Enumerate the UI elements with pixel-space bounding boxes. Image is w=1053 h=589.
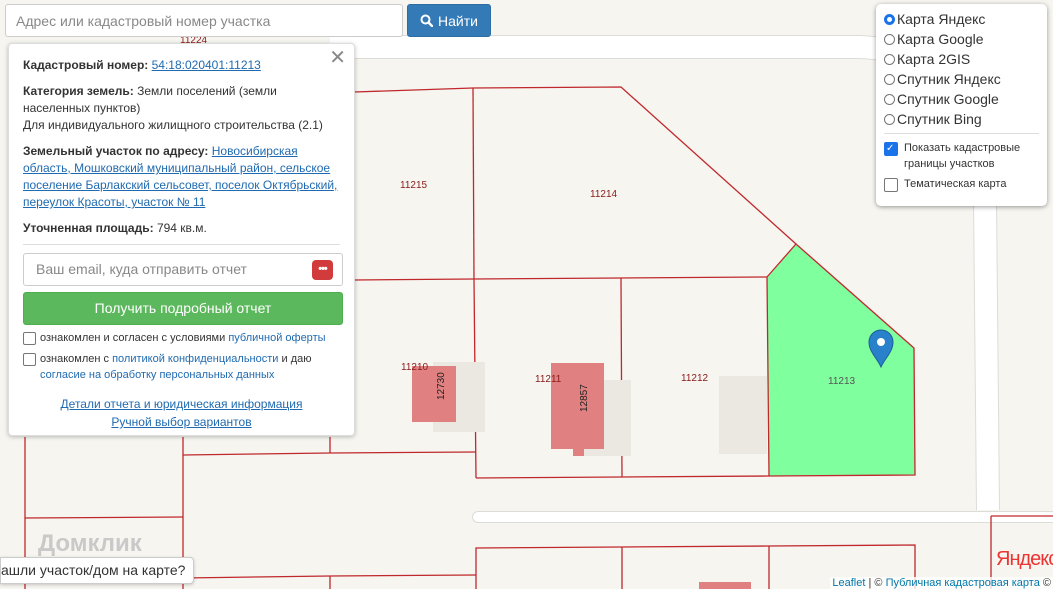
- attribution-copyright: ©: [1042, 577, 1051, 589]
- privacy-consent-text: ознакомлен с: [40, 353, 110, 365]
- layer-option-label: Спутник Google: [897, 91, 999, 107]
- privacy-policy-link[interactable]: политикой конфиденциальности: [112, 353, 278, 365]
- search-icon: [420, 14, 433, 27]
- cadastral-number-link[interactable]: 54:18:020401:11213: [152, 58, 261, 72]
- radio-button[interactable]: [884, 53, 895, 65]
- search-input[interactable]: [5, 4, 403, 37]
- layer-option-label: Карта Google: [897, 31, 984, 47]
- found-parcel-prompt[interactable]: ашли участок/дом на карте?: [0, 557, 195, 584]
- divider: [884, 133, 1039, 134]
- privacy-checkbox[interactable]: [23, 353, 36, 366]
- radio-button[interactable]: [884, 33, 895, 45]
- thematic-map-label: Тематическая карта: [904, 178, 1007, 190]
- parcel-label: 11211: [535, 374, 562, 385]
- yandex-logo: Яндекс: [996, 548, 1053, 570]
- radio-button[interactable]: [884, 73, 895, 85]
- domclick-watermark: Домклик: [38, 530, 142, 557]
- offer-checkbox[interactable]: [23, 332, 36, 345]
- layer-switcher: Карта Яндекс Карта Google Карта 2GIS Спу…: [876, 4, 1047, 206]
- show-boundaries-checkbox[interactable]: [884, 141, 898, 157]
- personal-data-link[interactable]: согласие на обработку персональных данны…: [40, 369, 274, 381]
- area-row: Уточненная площадь: 794 кв.м.: [23, 220, 340, 237]
- layer-option[interactable]: Карта Google: [884, 29, 1039, 49]
- cadastre-link[interactable]: Публичная кадастровая карта: [886, 577, 1040, 589]
- thematic-map-option[interactable]: Тематическая карта: [884, 176, 1039, 192]
- layer-option[interactable]: Карта 2GIS: [884, 49, 1039, 69]
- cadastral-row: Кадастровый номер: 54:18:020401:11213: [23, 57, 340, 74]
- show-boundaries-option[interactable]: Показать кадастровые границы участков: [884, 140, 1039, 172]
- radio-button[interactable]: [884, 113, 895, 125]
- parcel-label: 11214: [590, 189, 618, 200]
- details-link[interactable]: Детали отчета и юридическая информация: [61, 397, 303, 411]
- offer-link[interactable]: публичной оферты: [228, 332, 325, 344]
- offer-consent-text: ознакомлен и согласен с условиями: [40, 332, 226, 344]
- radio-button[interactable]: [884, 93, 895, 105]
- layer-option[interactable]: Спутник Google: [884, 89, 1039, 109]
- password-manager-icon[interactable]: •••: [312, 260, 333, 280]
- layer-option[interactable]: Карта Яндекс: [884, 9, 1039, 29]
- address-row: Земельный участок по адресу: Новосибирск…: [23, 143, 340, 211]
- privacy-consent: ознакомлен с политикой конфиденциальност…: [23, 351, 340, 383]
- offer-consent: ознакомлен и согласен с условиями публич…: [23, 330, 340, 346]
- layer-option-label: Карта 2GIS: [897, 51, 971, 67]
- email-placeholder: Ваш email, куда отправить отчет: [36, 261, 247, 277]
- attribution-separator: |: [868, 577, 872, 589]
- area-value: 794 кв.м.: [156, 221, 207, 235]
- search-button[interactable]: Найти: [407, 4, 491, 37]
- area-label: Уточненная площадь:: [23, 221, 154, 235]
- divider: [23, 244, 340, 245]
- panel-links: Детали отчета и юридическая информация Р…: [23, 395, 340, 431]
- usage-value: Для индивидуального жилищного строительс…: [23, 118, 323, 132]
- parcel-label: 11215: [400, 180, 428, 191]
- layer-option-label: Спутник Bing: [897, 111, 982, 127]
- building-label: 12857: [579, 384, 590, 412]
- get-report-button[interactable]: Получить подробный отчет: [23, 292, 343, 325]
- search-button-label: Найти: [438, 12, 478, 29]
- cadastral-label: Кадастровый номер:: [23, 58, 149, 72]
- manual-selection-link[interactable]: Ручной выбор вариантов: [111, 415, 251, 429]
- category-label: Категория земель:: [23, 84, 134, 98]
- radio-button[interactable]: [884, 13, 895, 25]
- close-icon[interactable]: ✕: [329, 48, 346, 68]
- layer-option[interactable]: Спутник Bing: [884, 109, 1039, 129]
- search-bar: Найти: [5, 4, 491, 37]
- parcel-info-panel: ✕ Кадастровый номер: 54:18:020401:11213 …: [8, 43, 355, 436]
- address-label: Земельный участок по адресу:: [23, 144, 209, 158]
- show-boundaries-label: Показать кадастровые границы участков: [904, 142, 1021, 170]
- layer-option[interactable]: Спутник Яндекс: [884, 69, 1039, 89]
- parcel-label: 11213: [828, 376, 856, 387]
- category-row: Категория земель: Земли поселений (земли…: [23, 83, 340, 134]
- privacy-consent-mid: и даю: [281, 353, 312, 365]
- attribution-copyright: ©: [874, 577, 883, 589]
- email-field[interactable]: Ваш email, куда отправить отчет •••: [23, 253, 343, 286]
- parcel-label: 11210: [401, 362, 429, 373]
- layer-option-label: Карта Яндекс: [897, 11, 986, 27]
- leaflet-link[interactable]: Leaflet: [832, 577, 865, 589]
- layer-option-label: Спутник Яндекс: [897, 71, 1001, 87]
- parcel-label: 11212: [681, 373, 709, 384]
- thematic-map-checkbox[interactable]: [884, 178, 898, 192]
- map-attribution: Leaflet | © Публичная кадастровая карта …: [830, 577, 1053, 589]
- building-label: 12730: [436, 372, 447, 400]
